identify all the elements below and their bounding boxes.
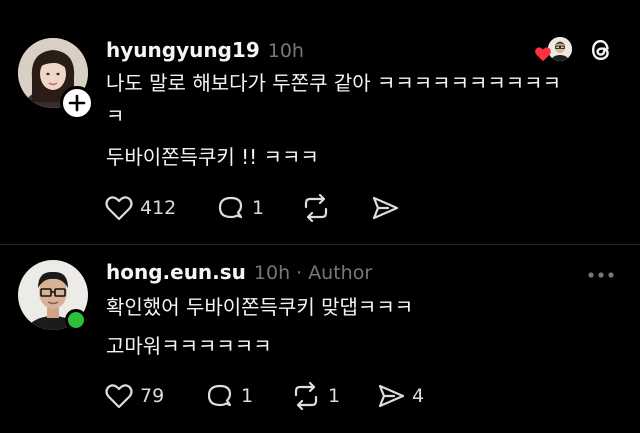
- reply-post-1: hyungyung19 10h 나도 말로 해보다가 두쫀쿠 같아 ㅋㅋㅋㅋㅋㅋㅋ…: [0, 0, 640, 244]
- repost-count: 1: [328, 385, 341, 407]
- share-count: 4: [412, 385, 425, 407]
- more-icon: [588, 272, 614, 278]
- reply-count: 1: [252, 197, 265, 219]
- meta-separator: ·: [296, 262, 303, 284]
- like-count: 79: [140, 385, 165, 407]
- liked-by-author-indicator: [534, 36, 574, 64]
- comment-icon: [218, 196, 243, 219]
- username-hong-eun-su[interactable]: hong.eun.su: [106, 260, 246, 284]
- post-1-header: hyungyung19 10h: [106, 38, 304, 62]
- repost-button[interactable]: [300, 194, 338, 222]
- online-status-dot: [65, 309, 87, 331]
- like-count: 412: [140, 197, 177, 219]
- plus-icon: [68, 94, 86, 112]
- post-1-text-line-3: 두바이쫀득쿠키 !! ㅋㅋㅋ: [106, 145, 319, 169]
- send-icon: [378, 384, 405, 408]
- share-button[interactable]: 4: [376, 382, 424, 410]
- post-1-time: 10h: [267, 40, 304, 62]
- post-1-text-line-2: ㅋ: [106, 104, 125, 128]
- post-2-time: 10h: [253, 262, 291, 284]
- reply-button[interactable]: 1: [216, 194, 264, 222]
- reply-count: 1: [241, 385, 254, 407]
- post-2-text-line-2: 고마워ㅋㅋㅋㅋㅋㅋ: [106, 334, 272, 358]
- username-hyungyung19[interactable]: hyungyung19: [106, 38, 260, 62]
- reply-button[interactable]: 1: [205, 382, 253, 410]
- post-2-header: hong.eun.su 10h · Author: [106, 260, 372, 284]
- send-icon: [372, 196, 399, 220]
- repost-icon: [294, 382, 318, 410]
- heart-filled-icon: [535, 47, 551, 62]
- post-1-text-line-1: 나도 말로 해보다가 두쫀쿠 같아 ㅋㅋㅋㅋㅋㅋㅋㅋㅋㅋ: [106, 71, 561, 95]
- more-options-button[interactable]: [586, 267, 616, 281]
- repost-button[interactable]: 1: [290, 382, 340, 410]
- like-button[interactable]: 412: [104, 194, 176, 222]
- comment-icon: [207, 384, 232, 407]
- post-2-text-line-1: 확인했어 두바이쫀득쿠키 맞댑ㅋㅋㅋ: [106, 295, 414, 319]
- heart-icon: [105, 384, 133, 409]
- share-button[interactable]: [370, 194, 406, 222]
- reply-post-2: hong.eun.su 10h · Author 확인했어 두바이쫀득쿠키 맞댑ㅋㅋㅋ…: [0, 245, 640, 433]
- like-button[interactable]: 79: [104, 382, 164, 410]
- threads-logo-icon[interactable]: [587, 36, 615, 64]
- follow-plus-button[interactable]: [60, 86, 94, 120]
- heart-icon: [105, 196, 133, 221]
- repost-icon: [304, 194, 328, 222]
- author-label: Author: [308, 262, 373, 284]
